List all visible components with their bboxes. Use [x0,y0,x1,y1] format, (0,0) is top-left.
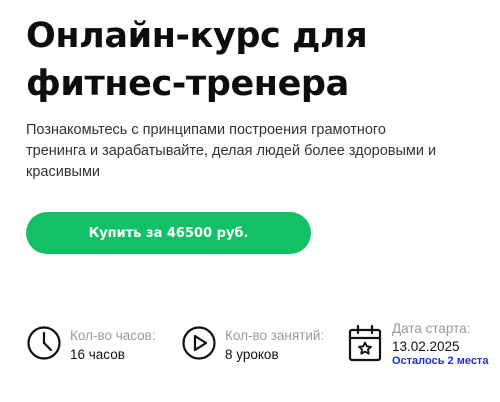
course-description: Познакомьтесь с принципами построения гр… [26,122,437,180]
course-stats: Кол-во часов: 16 часов Кол-во занятий: 8… [26,320,496,380]
stat-start-label: Дата старта: [392,321,471,336]
stat-lessons-label: Кол-во занятий: [225,328,325,343]
stat-start-value: 13.02.2025 [392,339,460,354]
stat-lessons-value: 8 уроков [225,347,279,362]
buy-button[interactable]: Купить за 46500 руб. [26,212,311,254]
play-icon [181,325,217,361]
page-title-line-2: фитнес-тренера [26,64,349,104]
seats-left-note: Осталось 2 места [392,355,489,367]
stat-hours-value: 16 часов [70,347,125,362]
page-title: Онлайн-курс для фитнес-тренера [26,12,466,108]
stat-hours-label: Кол-во часов: [70,328,156,343]
clock-icon [26,325,62,361]
page-title-line-1: Онлайн-курс для [26,16,368,56]
calendar-star-icon [348,324,382,362]
